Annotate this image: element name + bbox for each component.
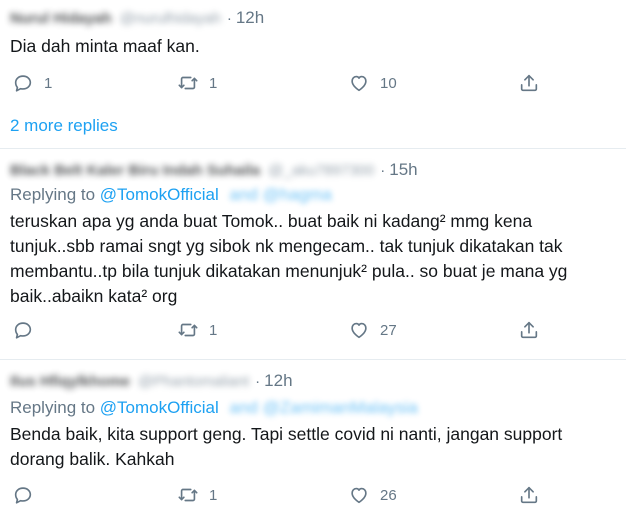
replying-to-label: Replying to	[10, 398, 96, 417]
tweet-2[interactable]: Black Belt Kaler Biru Indah Suhaila @_ak…	[0, 149, 626, 359]
separator-dot: ·	[255, 372, 261, 390]
author-handle[interactable]: @Phantomaliant	[138, 373, 249, 390]
tweet-1[interactable]: Nurul Hidayah @nurulhidayah · 12h Dia da…	[0, 0, 626, 148]
like-button[interactable]: 26	[348, 484, 397, 506]
separator-dot: ·	[226, 9, 232, 27]
author-name[interactable]: Black Belt Kaler Biru Indah Suhaila	[10, 162, 260, 179]
share-icon	[518, 319, 540, 341]
share-icon	[518, 484, 540, 506]
author-handle[interactable]: @_aku7897300	[268, 162, 374, 179]
reply-button[interactable]	[12, 484, 44, 506]
like-icon	[348, 484, 370, 506]
replying-to: Replying to @TomokOfficial and @ZamimanM…	[10, 398, 418, 418]
like-button[interactable]: 10	[348, 72, 397, 94]
tweet-time[interactable]: 12h	[236, 8, 264, 28]
tweet-text: Dia dah minta maaf kan.	[10, 34, 620, 59]
tweet-text: Benda baik, kita support geng. Tapi sett…	[10, 422, 620, 472]
separator-dot: ·	[380, 161, 386, 179]
retweet-icon	[177, 319, 199, 341]
retweet-icon	[177, 484, 199, 506]
tweet-time[interactable]: 15h	[389, 160, 417, 180]
tweet-text-line: membantu..tp bila tunjuk dikatakan menun…	[10, 261, 568, 281]
like-count: 26	[380, 486, 397, 504]
tweet-actions: 1 27	[0, 319, 626, 341]
author-name[interactable]: Nurul Hidayah	[10, 10, 112, 27]
share-button[interactable]	[518, 484, 540, 506]
retweet-count: 1	[209, 486, 218, 504]
share-button[interactable]	[518, 72, 540, 94]
tweet-text-line: Benda baik, kita support geng. Tapi sett…	[10, 424, 563, 444]
tweet-3[interactable]: Ilus Hfiqylkhome @Phantomaliant · 12h Re…	[0, 360, 626, 516]
mention-link[interactable]: @TomokOfficial	[100, 398, 219, 417]
retweet-count: 1	[209, 74, 218, 92]
tweet-actions: 1 26	[0, 484, 626, 506]
share-icon	[518, 72, 540, 94]
like-icon	[348, 72, 370, 94]
reply-count: 1	[44, 74, 53, 92]
tweet-text-line: Dia dah minta maaf kan.	[10, 36, 200, 56]
reply-icon	[12, 72, 34, 94]
like-button[interactable]: 27	[348, 319, 397, 341]
tweet-text-line: dorang balik. Kahkah	[10, 449, 175, 469]
like-icon	[348, 319, 370, 341]
mention-link-blurred[interactable]: and @hagma	[230, 185, 332, 205]
tweet-text-line: baik..abaikn kata² org	[10, 286, 178, 306]
mention-link[interactable]: @TomokOfficial	[100, 185, 219, 204]
reply-icon	[12, 319, 34, 341]
mention-link-blurred[interactable]: and @ZamimanMalaysia	[230, 398, 418, 418]
replying-to: Replying to @TomokOfficial and @hagma	[10, 185, 332, 205]
retweet-count: 1	[209, 321, 218, 339]
retweet-button[interactable]: 1	[177, 72, 217, 94]
tweet-text-line: tunjuk..sbb ramai sngt yg sibok nk menge…	[10, 236, 563, 256]
reply-button[interactable]: 1	[12, 72, 52, 94]
retweet-button[interactable]: 1	[177, 319, 217, 341]
tweet-header: Black Belt Kaler Biru Indah Suhaila @_ak…	[10, 160, 418, 180]
reply-button[interactable]	[12, 319, 44, 341]
tweet-header: Ilus Hfiqylkhome @Phantomaliant · 12h	[10, 371, 293, 391]
share-button[interactable]	[518, 319, 540, 341]
like-count: 10	[380, 74, 397, 92]
more-replies-link[interactable]: 2 more replies	[10, 116, 118, 136]
reply-icon	[12, 484, 34, 506]
author-name[interactable]: Ilus Hfiqylkhome	[10, 373, 130, 390]
tweet-text: teruskan apa yg anda buat Tomok.. buat b…	[10, 209, 620, 309]
retweet-icon	[177, 72, 199, 94]
tweet-header: Nurul Hidayah @nurulhidayah · 12h	[10, 8, 264, 28]
like-count: 27	[380, 321, 397, 339]
retweet-button[interactable]: 1	[177, 484, 217, 506]
tweet-time[interactable]: 12h	[264, 371, 292, 391]
replying-to-label: Replying to	[10, 185, 96, 204]
author-handle[interactable]: @nurulhidayah	[120, 10, 221, 27]
tweet-actions: 1 1 10	[0, 72, 626, 94]
tweet-text-line: teruskan apa yg anda buat Tomok.. buat b…	[10, 211, 533, 231]
